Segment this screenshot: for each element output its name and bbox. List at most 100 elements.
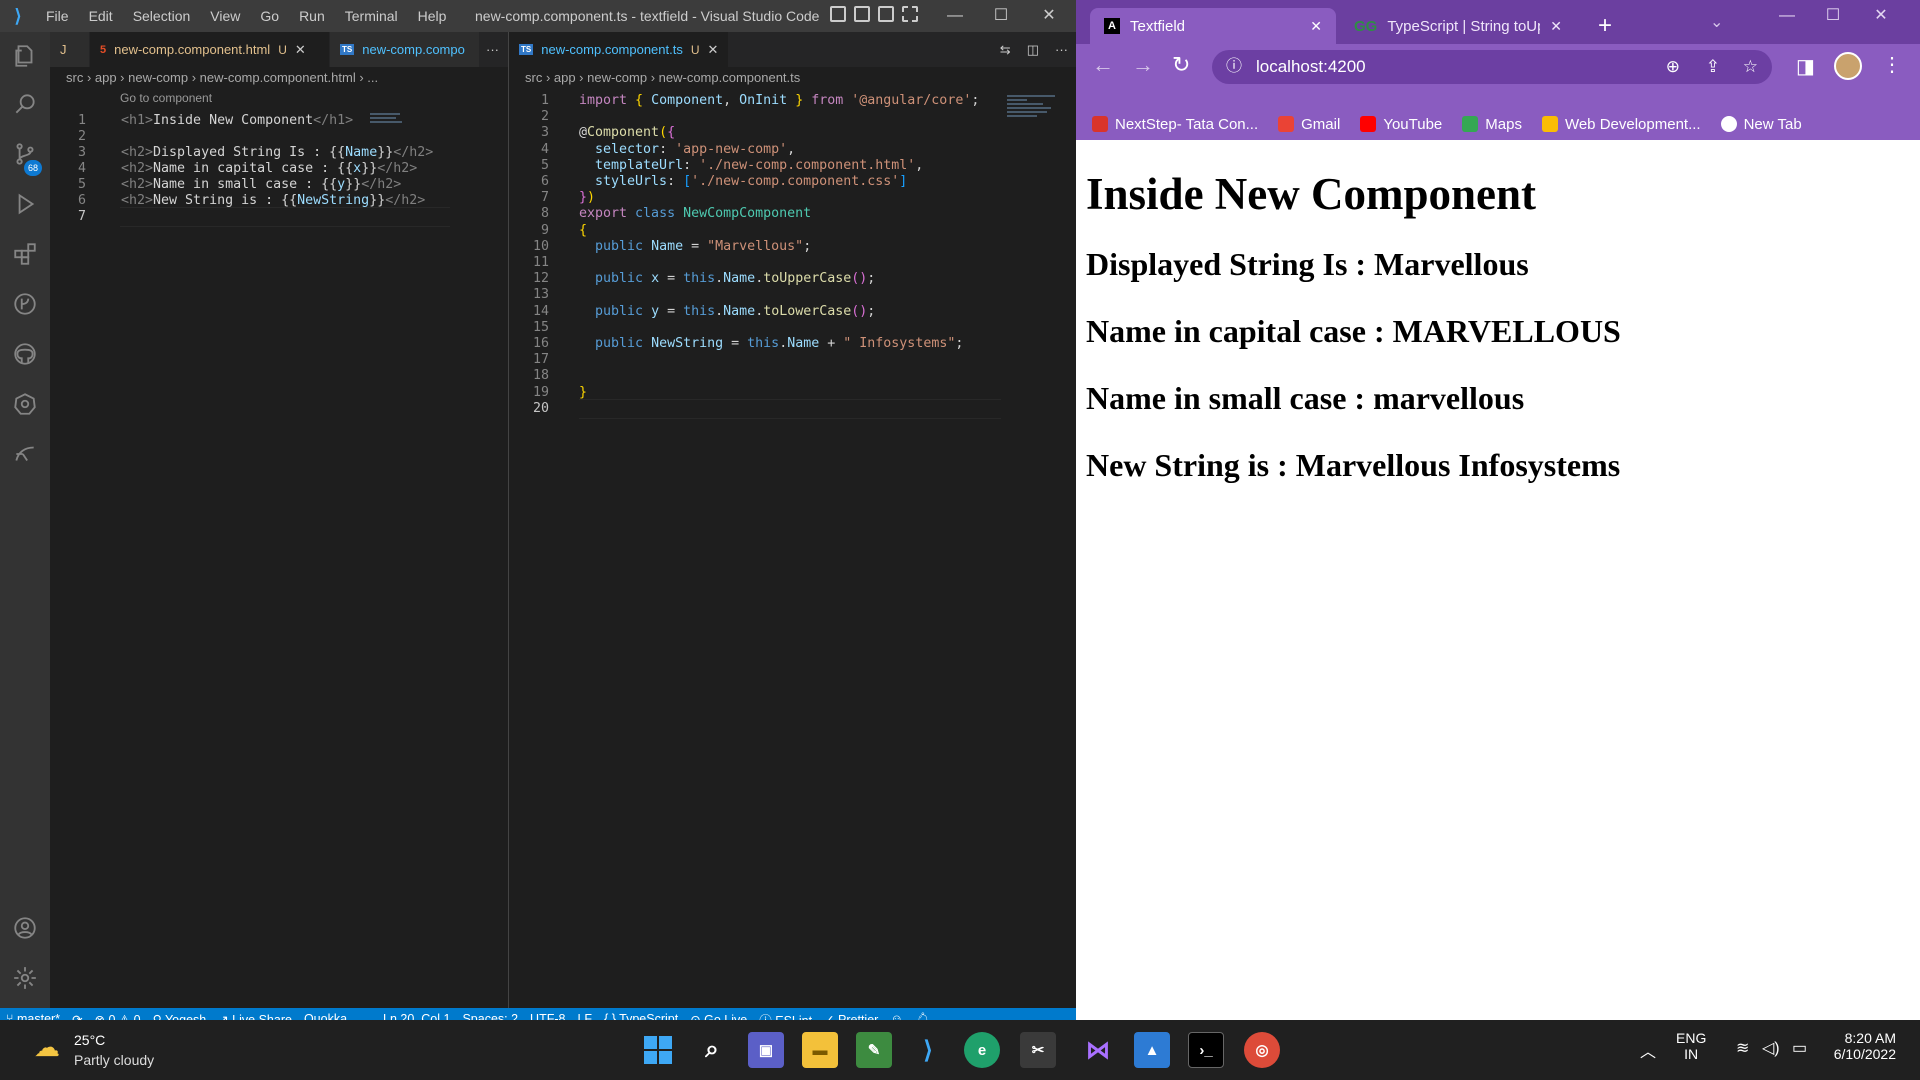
start-button-windows-icon[interactable] xyxy=(640,1032,676,1068)
new-tab-button[interactable]: + xyxy=(1598,12,1612,40)
displayed-string-heading: Displayed String Is : Marvellous xyxy=(1086,246,1529,282)
globe-icon xyxy=(1720,116,1737,132)
vscode-taskbar-icon[interactable]: ⟩ xyxy=(910,1032,946,1068)
zoom-icon[interactable]: ⊕ xyxy=(1666,50,1680,84)
minimize-icon[interactable]: — xyxy=(932,0,978,32)
tab-hidden[interactable]: J xyxy=(50,32,90,67)
battery-icon[interactable]: ▭ xyxy=(1792,1038,1807,1058)
bookmark-star-icon[interactable]: ☆ xyxy=(1743,50,1758,84)
code-editor-html[interactable]: Go to component 1 <h1>Inside New Componen… xyxy=(50,89,508,1008)
menu-run[interactable]: Run xyxy=(289,0,335,32)
html-file-icon: 5 xyxy=(100,43,107,56)
browser-tab-typescript[interactable]: GG TypeScript | String toUpp ✕ xyxy=(1340,8,1576,44)
explorer-icon[interactable] xyxy=(0,32,50,80)
codelens-go-to-component[interactable]: Go to component xyxy=(120,91,212,105)
bookmark-web-development[interactable]: Web Development... xyxy=(1541,116,1701,133)
share-icon[interactable]: ⇪ xyxy=(1706,50,1720,84)
breadcrumb[interactable]: src › app › new-comp › new-comp.componen… xyxy=(50,67,508,89)
menu-selection[interactable]: Selection xyxy=(123,0,201,32)
file-explorer-icon[interactable]: ▬ xyxy=(802,1032,838,1068)
run-debug-icon[interactable] xyxy=(0,180,50,228)
bookmark-gmail[interactable]: Gmail xyxy=(1278,116,1340,133)
menu-terminal[interactable]: Terminal xyxy=(335,0,408,32)
menu-view[interactable]: View xyxy=(200,0,250,32)
notepad-plus-icon[interactable]: ✎ xyxy=(856,1032,892,1068)
source-control-icon[interactable]: 68 xyxy=(0,130,50,178)
close-icon[interactable]: ✕ xyxy=(1858,0,1904,32)
minimize-icon[interactable]: — xyxy=(1764,0,1810,32)
menu-go[interactable]: Go xyxy=(250,0,289,32)
tab-search-chevron-icon[interactable]: ⌄ xyxy=(1710,12,1723,32)
tab-html-file[interactable]: 5 new-comp.component.html U ✕ xyxy=(90,32,330,67)
profile-avatar[interactable] xyxy=(1834,52,1862,80)
teams-chat-icon[interactable]: ▣ xyxy=(748,1032,784,1068)
split-editor-icon[interactable]: ◫ xyxy=(1019,32,1047,67)
close-tab-icon[interactable]: ✕ xyxy=(1310,18,1322,35)
maximize-icon[interactable]: ☐ xyxy=(978,0,1024,32)
git-graph-icon[interactable] xyxy=(0,280,50,328)
reload-icon[interactable]: ↻ xyxy=(1172,52,1190,78)
browser-tab-textfield[interactable]: A Textfield ✕ xyxy=(1090,8,1336,44)
remote-explorer-icon[interactable] xyxy=(0,430,50,478)
code-line[interactable]: 20 xyxy=(509,398,1076,419)
more-actions-icon[interactable]: ··· xyxy=(1047,32,1076,67)
weather-description[interactable]: Partly cloudy xyxy=(74,1052,154,1068)
edge-browser-icon[interactable]: e xyxy=(964,1032,1000,1068)
toggle-panel-icon[interactable] xyxy=(854,6,870,22)
clock[interactable]: 8:20 AM 6/10/2022 xyxy=(1832,1030,1896,1062)
minimap[interactable] xyxy=(370,111,430,171)
side-panel-icon[interactable]: ◨ xyxy=(1796,54,1815,79)
wifi-icon[interactable]: ≋ xyxy=(1736,1038,1749,1058)
breadcrumb[interactable]: src › app › new-comp › new-comp.componen… xyxy=(509,67,1076,89)
taskbar-search-icon[interactable]: ⌕ xyxy=(694,1032,730,1068)
bookmark-label: Maps xyxy=(1485,115,1522,133)
close-tab-icon[interactable]: ✕ xyxy=(295,42,306,58)
more-actions-icon[interactable]: ··· xyxy=(480,32,505,67)
back-arrow-icon[interactable]: ← xyxy=(1092,52,1114,78)
modified-indicator: U xyxy=(278,42,287,57)
activity-bar: 68 xyxy=(0,32,50,1008)
chrome-taskbar-icon[interactable]: ◎ xyxy=(1244,1032,1280,1068)
close-tab-icon[interactable]: ✕ xyxy=(1550,18,1562,35)
kubernetes-icon[interactable] xyxy=(0,380,50,428)
bookmark-new-tab[interactable]: New Tab xyxy=(1720,116,1802,133)
show-hidden-icons-chevron-icon[interactable]: ︿ xyxy=(1640,1038,1656,1062)
search-icon[interactable] xyxy=(0,80,50,128)
forward-arrow-icon[interactable]: → xyxy=(1132,52,1154,78)
toggle-secondary-sidebar-icon[interactable] xyxy=(878,6,894,22)
weather-icon[interactable]: ☁ xyxy=(34,1032,60,1063)
extensions-icon[interactable] xyxy=(0,230,50,278)
code-editor-ts[interactable]: 1 import { Component, OnInit } from '@ang… xyxy=(509,89,1076,1008)
gfg-favicon-icon: GG xyxy=(1354,17,1378,35)
volume-icon[interactable]: ◁) xyxy=(1762,1038,1780,1058)
menu-edit[interactable]: Edit xyxy=(79,0,123,32)
minimap[interactable] xyxy=(1007,93,1067,153)
settings-gear-icon[interactable] xyxy=(0,954,50,1002)
terminal-icon[interactable]: ›_ xyxy=(1188,1032,1224,1068)
customize-layout-icon[interactable] xyxy=(902,6,918,22)
close-icon[interactable]: ✕ xyxy=(1026,0,1072,32)
snipping-tool-icon[interactable]: ✂ xyxy=(1020,1032,1056,1068)
close-tab-icon[interactable]: ✕ xyxy=(708,42,719,58)
site-info-icon[interactable]: ⓘ xyxy=(1226,50,1242,84)
code-line[interactable]: 7 xyxy=(50,207,508,227)
language-indicator[interactable]: ENG IN xyxy=(1676,1030,1706,1062)
menu-file[interactable]: File xyxy=(36,0,79,32)
maps-icon xyxy=(1462,116,1479,132)
tab-ts-file[interactable]: TS new-comp.compo xyxy=(330,32,480,67)
account-icon[interactable] xyxy=(0,904,50,952)
visual-studio-icon[interactable]: ⋈ xyxy=(1080,1032,1116,1068)
open-changes-icon[interactable]: ⇆ xyxy=(992,32,1019,67)
github-icon[interactable] xyxy=(0,330,50,378)
bookmark-nextstep[interactable]: NextStep- Tata Con... xyxy=(1092,116,1258,133)
maximize-icon[interactable]: ☐ xyxy=(1810,0,1856,32)
address-bar[interactable]: ⓘ localhost:4200 ⊕ ⇪ ☆ xyxy=(1212,50,1772,84)
bookmark-maps[interactable]: Maps xyxy=(1462,116,1522,133)
photos-icon[interactable]: ▲ xyxy=(1134,1032,1170,1068)
tab-ts-file-active[interactable]: TS new-comp.component.ts U ✕ xyxy=(509,32,729,67)
toggle-sidebar-icon[interactable] xyxy=(830,6,846,22)
bookmark-youtube[interactable]: YouTube xyxy=(1360,116,1442,133)
chrome-menu-icon[interactable]: ⋮ xyxy=(1882,52,1902,77)
weather-temperature[interactable]: 25°C xyxy=(74,1032,105,1048)
menu-help[interactable]: Help xyxy=(408,0,457,32)
